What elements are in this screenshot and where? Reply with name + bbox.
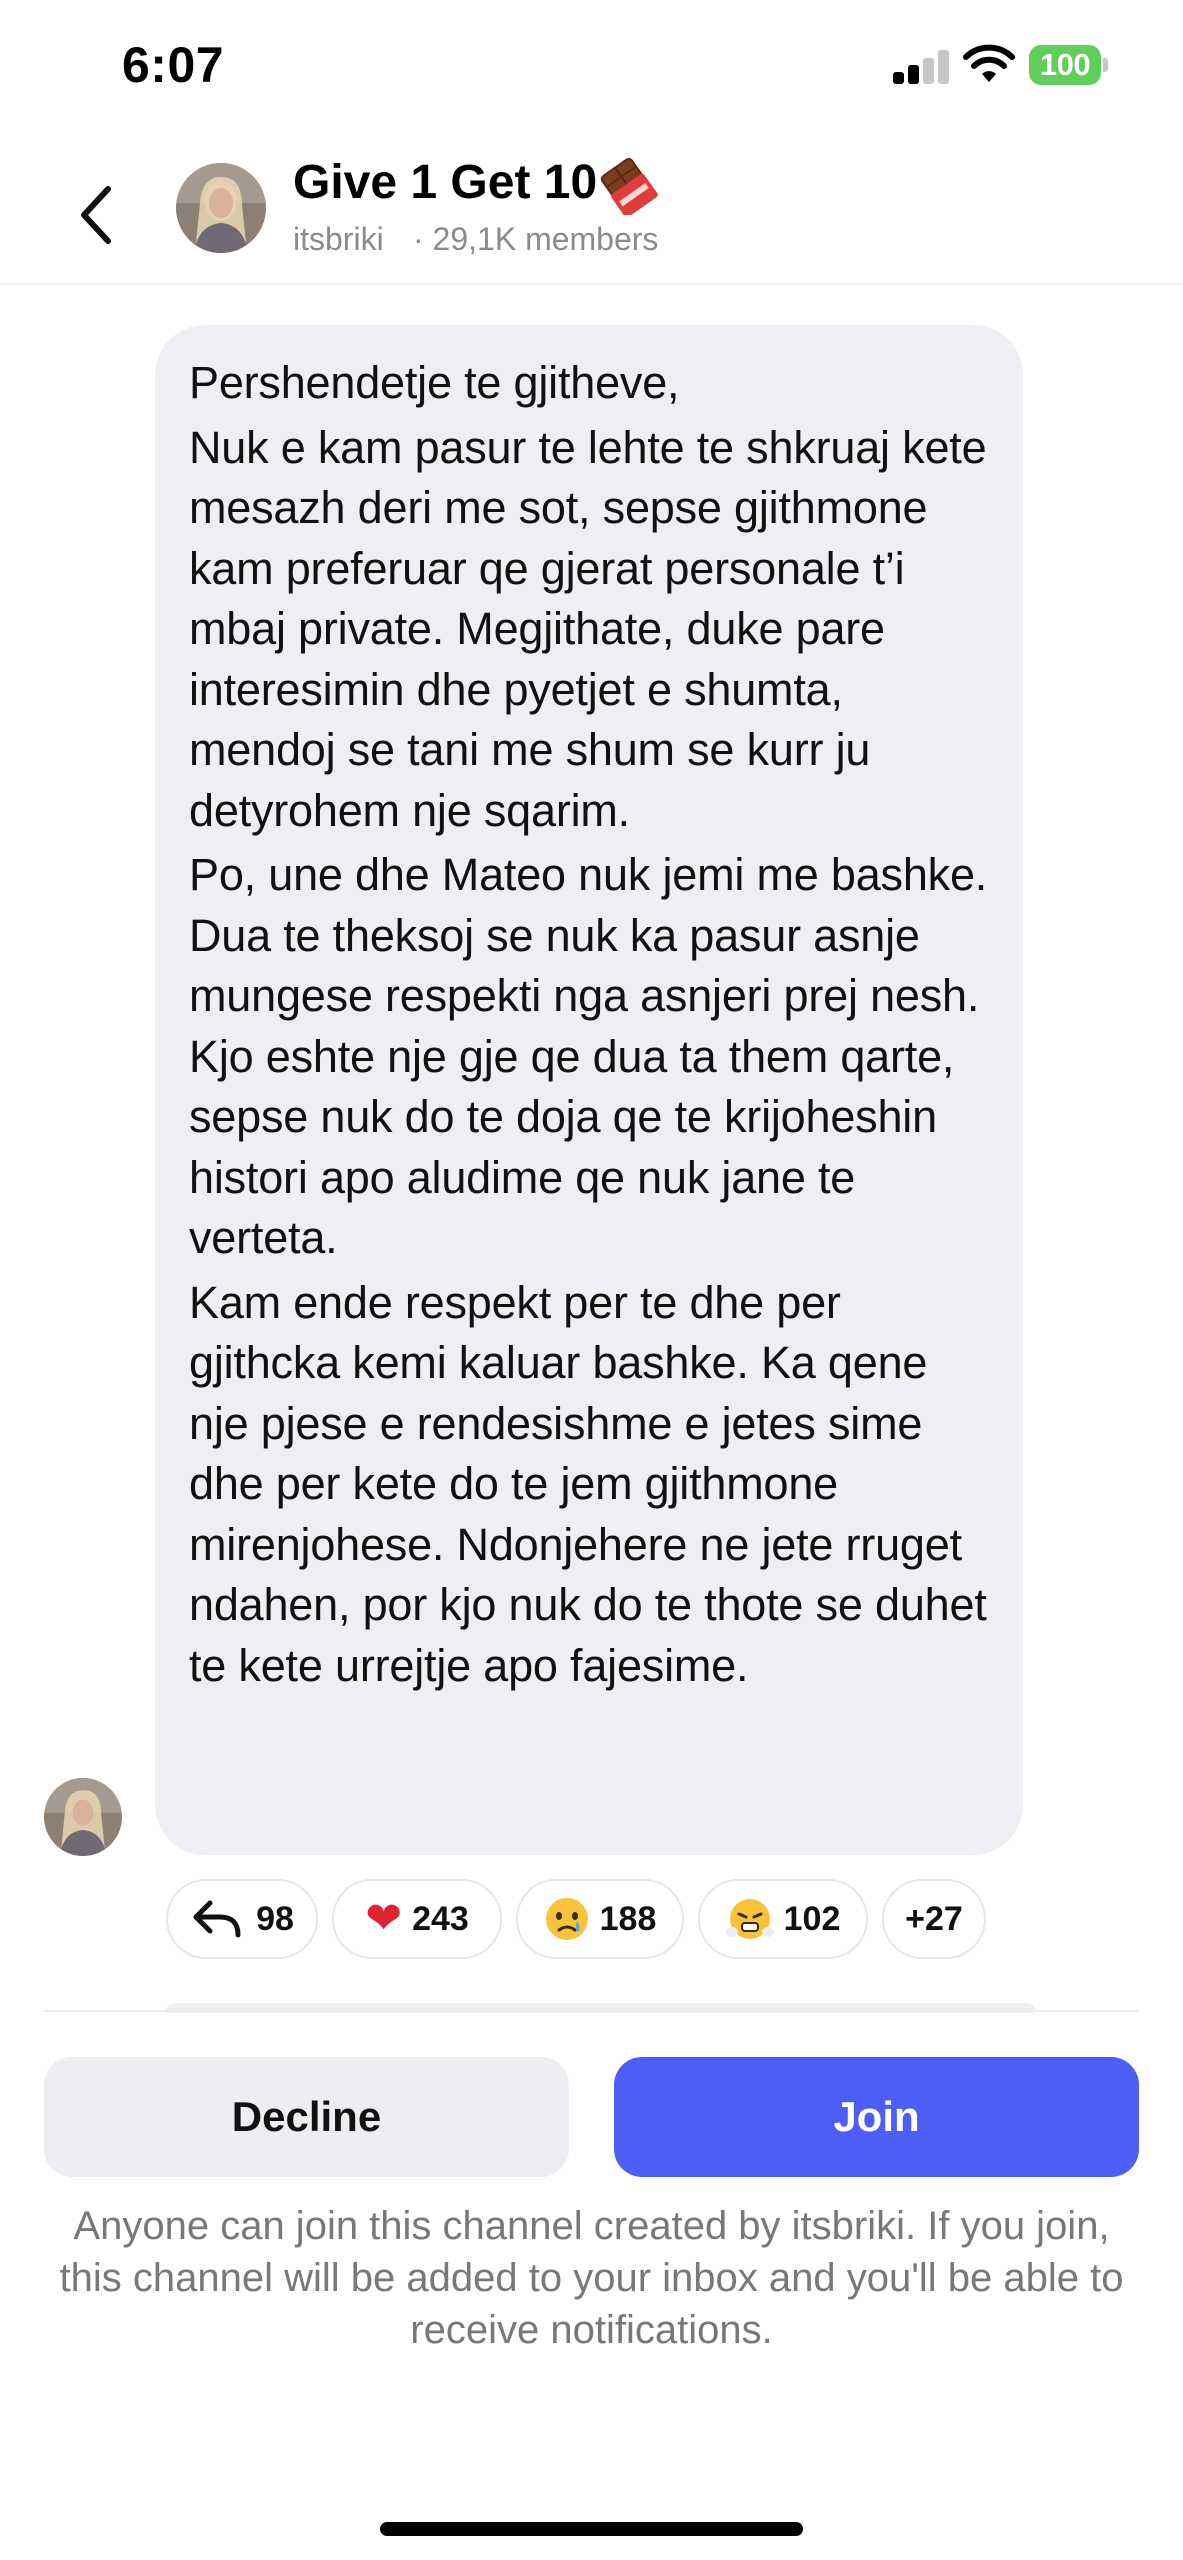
battery-level: 100 <box>1039 47 1091 82</box>
reaction-count: 188 <box>599 1899 657 1938</box>
signal-icon <box>893 50 951 84</box>
footer-divider <box>44 2010 1139 2012</box>
home-indicator[interactable] <box>380 2522 803 2536</box>
sender-avatar[interactable] <box>44 1778 122 1856</box>
reaction-count: 243 <box>412 1899 469 1938</box>
chocolate-bar-icon <box>600 157 658 215</box>
reply-reaction[interactable]: 98 <box>166 1879 318 1959</box>
battery-icon: 100 <box>1029 45 1108 85</box>
wifi-icon <box>963 44 1015 82</box>
heart-reaction[interactable]: ❤ 243 <box>332 1879 502 1959</box>
crying-face-emoji <box>545 1898 588 1940</box>
channel-avatar[interactable] <box>176 163 266 253</box>
reaction-count: 102 <box>783 1899 841 1938</box>
channel-title: Give 1 Get 10 <box>293 156 598 209</box>
reaction-count: +27 <box>905 1899 963 1938</box>
status-bar: 6:07 100 <box>0 0 1183 135</box>
decline-button[interactable]: Decline <box>44 2057 569 2177</box>
more-reactions-button[interactable]: +27 <box>882 1879 986 1959</box>
message-paragraph: Nuk e kam pasur te lehte te shkruaj kete… <box>189 421 987 836</box>
heart-emoji: ❤ <box>365 1894 403 1943</box>
join-notice: Anyone can join this channel created by … <box>59 2204 1124 2352</box>
channel-owner[interactable]: itsbriki <box>293 221 384 258</box>
message-paragraph: Kam ende respekt per te dhe per gjithcka… <box>189 1276 987 1691</box>
chevron-left-icon[interactable] <box>66 175 126 255</box>
message-bubble[interactable]: Pershendetje te gjitheve, Nuk e kam pasu… <box>155 325 1023 1855</box>
join-button[interactable]: Join <box>614 2057 1139 2177</box>
message-paragraph: Po, une dhe Mateo nuk jemi me bashke. Du… <box>189 849 988 1263</box>
steam-face-emoji <box>725 1899 774 1939</box>
crying-reaction[interactable]: 188 <box>516 1879 684 1959</box>
reaction-count: 98 <box>256 1899 294 1938</box>
channel-header: Give 1 Get 10 itsbriki · 29,1K members <box>0 135 1183 285</box>
reply-icon <box>193 1900 241 1938</box>
reactions-bar: 98 ❤ 243 188 102 +27 <box>166 1879 1000 1959</box>
status-time: 6:07 <box>122 37 225 93</box>
steam-reaction[interactable]: 102 <box>698 1879 868 1959</box>
member-count: · 29,1K members <box>413 221 659 257</box>
message-paragraph: Pershendetje te gjitheve, <box>189 357 680 408</box>
